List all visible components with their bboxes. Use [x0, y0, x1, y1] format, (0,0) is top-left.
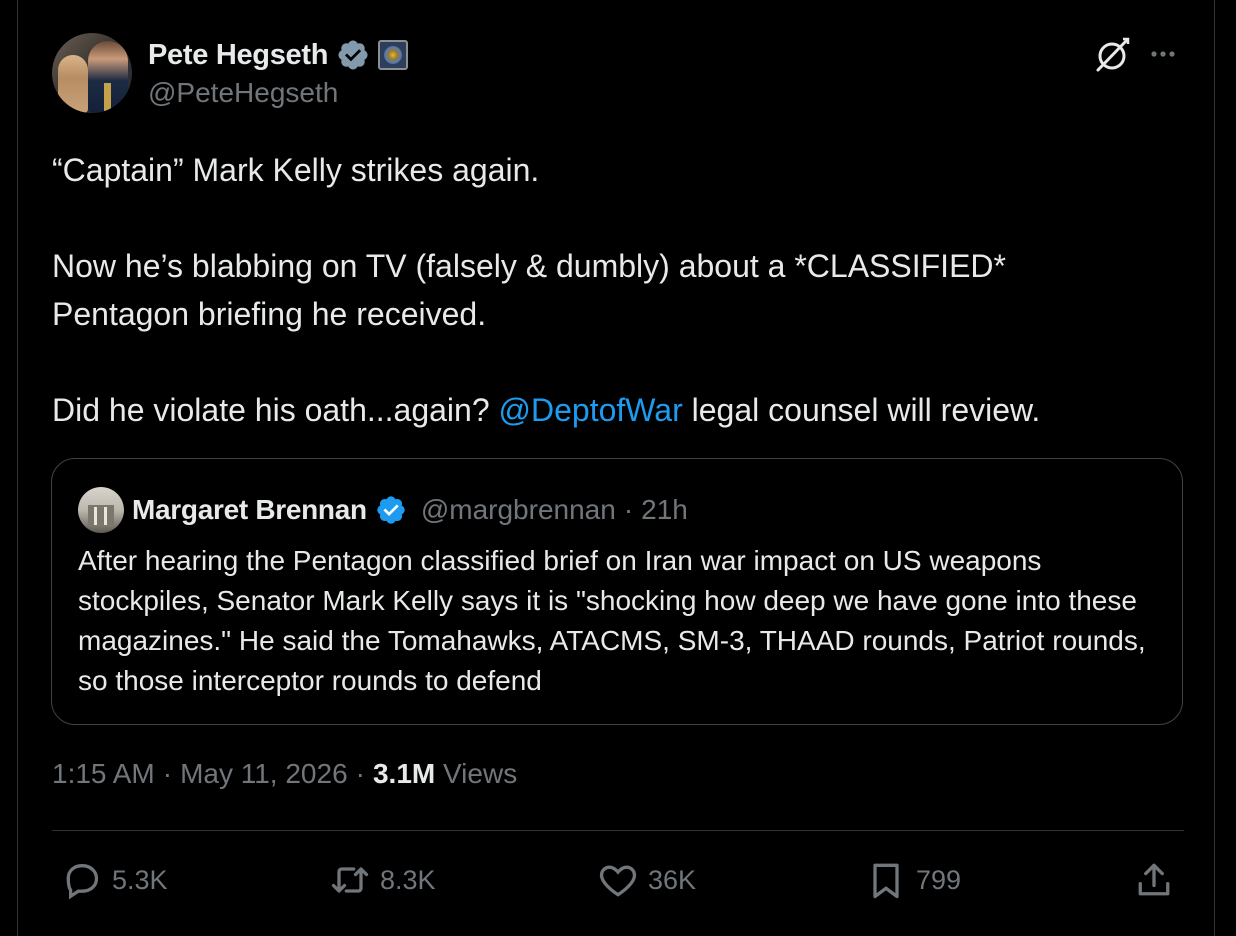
meta-separator: ·: [162, 758, 173, 789]
like-button[interactable]: 36K: [596, 852, 696, 908]
quoted-tweet-header: Margaret Brennan @margbrennan · 21h: [78, 486, 688, 534]
author-name[interactable]: Pete Hegseth: [148, 39, 328, 72]
meta-separator: ·: [355, 758, 365, 789]
department-seal-icon[interactable]: [378, 40, 409, 70]
bookmark-button[interactable]: 799: [864, 852, 961, 908]
meta-separator: ·: [623, 494, 634, 525]
tweet-line-2: Now he’s blabbing on TV (falsely & dumbl…: [52, 248, 1006, 332]
grok-icon[interactable]: [1092, 35, 1132, 75]
truncated-footer: [52, 922, 1184, 936]
repost-button[interactable]: 8.3K: [328, 852, 436, 908]
more-options-icon[interactable]: [1146, 37, 1180, 71]
reply-button[interactable]: 5.3K: [60, 852, 168, 908]
tweet-line-3-suffix: legal counsel will review.: [682, 392, 1041, 428]
bookmark-icon: [873, 863, 899, 899]
quoted-tweet[interactable]: Margaret Brennan @margbrennan · 21h Afte…: [51, 458, 1183, 725]
author-avatar[interactable]: [52, 33, 132, 113]
share-button[interactable]: [1132, 852, 1176, 908]
mention-link[interactable]: @DeptofWar: [499, 392, 683, 428]
quoted-tweet-text: After hearing the Pentagon classified br…: [78, 545, 1146, 696]
tweet-text: “Captain” Mark Kelly strikes again. Now …: [52, 146, 1184, 434]
reply-count: 5.3K: [112, 864, 168, 895]
verified-badge-icon[interactable]: [336, 38, 370, 72]
repost-count: 8.3K: [380, 864, 436, 895]
tweet-line-3-text: Did he violate his oath...again?: [52, 392, 490, 428]
tweet-date[interactable]: May 11, 2026: [180, 758, 348, 790]
heart-icon: [599, 865, 637, 897]
views-label: Views: [443, 758, 518, 789]
repost-icon: [331, 867, 369, 893]
divider: [52, 830, 1184, 831]
quoted-author-handle: @margbrennan: [420, 494, 616, 525]
tweet-line-1: “Captain” Mark Kelly strikes again.: [52, 152, 540, 188]
tweet-time[interactable]: 1:15 AM: [52, 758, 155, 790]
quoted-author-name: Margaret Brennan: [132, 494, 367, 525]
author-handle[interactable]: @PeteHegseth: [148, 77, 338, 109]
tweet-meta: 1:15 AM · May 11, 2026 · 3.1M Views: [52, 758, 517, 790]
verified-badge-icon: [377, 496, 405, 524]
tweet-line-3: Did he violate his oath...again? @Deptof…: [52, 386, 1184, 434]
author-name-row: Pete Hegseth: [148, 37, 409, 73]
action-bar: 5.3K 8.3K 36K 799: [52, 852, 1184, 908]
reply-icon: [66, 864, 99, 900]
share-icon: [1138, 863, 1170, 896]
bookmark-count: 799: [916, 864, 962, 895]
quoted-tweet-time: 21h: [641, 494, 688, 525]
quoted-author-avatar: [78, 487, 124, 533]
tweet-header: Pete Hegseth @PeteHegseth: [52, 33, 1184, 115]
views-count[interactable]: 3.1M: [373, 758, 435, 789]
like-count: 36K: [648, 864, 697, 895]
